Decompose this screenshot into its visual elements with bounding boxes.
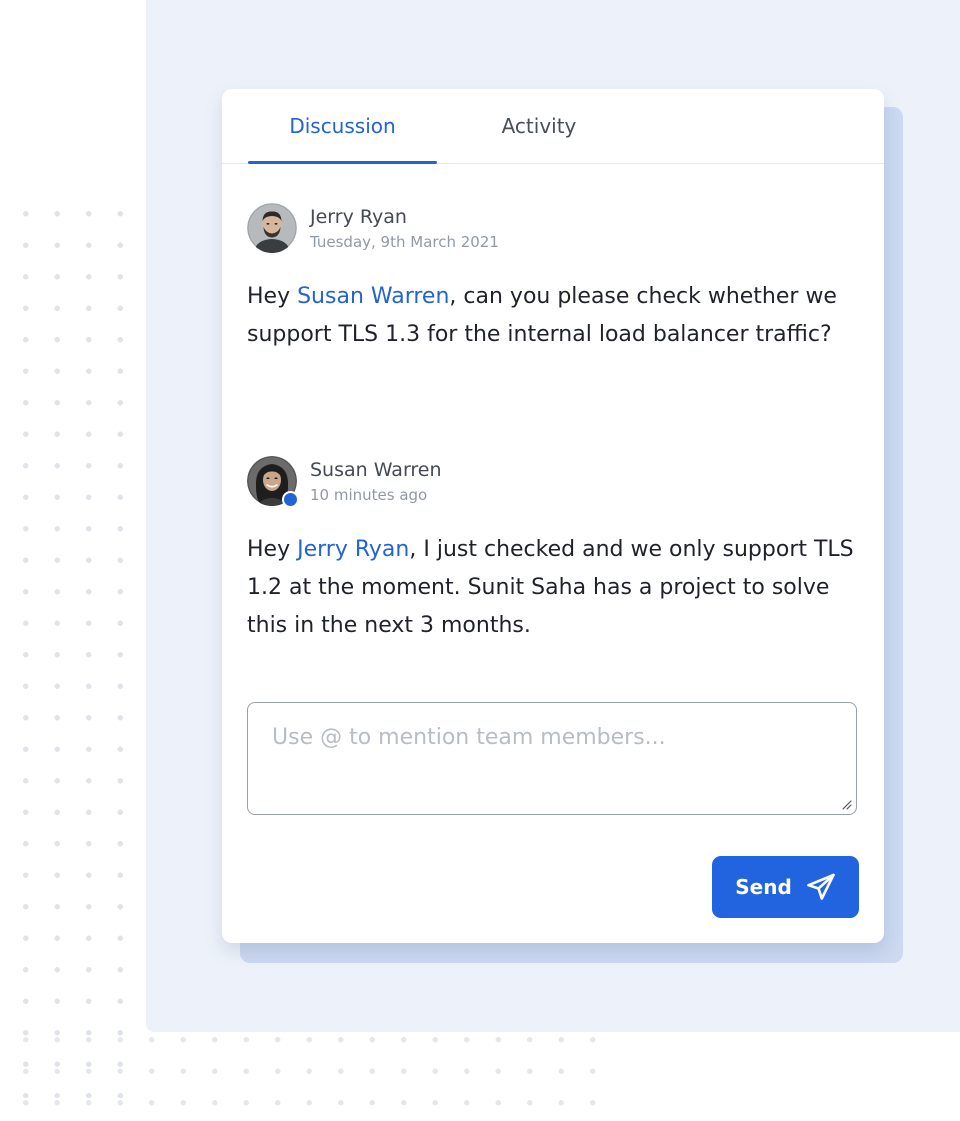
comment-composer <box>247 702 857 815</box>
mention-link[interactable]: Susan Warren <box>297 284 449 309</box>
tab-discussion[interactable]: Discussion <box>248 89 437 164</box>
message-item: Susan Warren 10 minutes ago Hey Jerry Ry… <box>247 455 867 645</box>
comment-input[interactable] <box>248 703 856 814</box>
tab-activity[interactable]: Activity <box>472 89 606 163</box>
avatar-jerry-ryan[interactable] <box>247 203 297 253</box>
tab-activity-label: Activity <box>501 114 577 138</box>
message-timestamp: Tuesday, 9th March 2021 <box>310 233 499 251</box>
paper-plane-icon <box>806 873 835 900</box>
send-button[interactable]: Send <box>712 856 859 918</box>
discussion-card: Discussion Activity Jerry Ryan Tuesday, … <box>222 89 884 943</box>
tab-bar: Discussion Activity <box>222 89 884 164</box>
message-header: Jerry Ryan Tuesday, 9th March 2021 <box>247 202 867 254</box>
message-text-pre: Hey <box>247 284 298 309</box>
message-header: Susan Warren 10 minutes ago <box>247 455 867 508</box>
send-button-label: Send <box>735 875 792 899</box>
message-timestamp: 10 minutes ago <box>310 486 428 504</box>
decorative-dot-grid-bottom <box>10 1024 600 1121</box>
message-meta: Susan Warren 10 minutes ago <box>310 457 442 505</box>
tab-discussion-label: Discussion <box>289 114 396 138</box>
message-body: Hey Susan Warren, can you please check w… <box>247 278 867 354</box>
avatar-susan-warren[interactable] <box>247 456 299 508</box>
message-body: Hey Jerry Ryan, I just checked and we on… <box>247 531 867 645</box>
message-text-pre: Hey <box>247 537 298 562</box>
message-author[interactable]: Jerry Ryan <box>310 204 499 230</box>
online-status-dot <box>282 491 299 508</box>
resize-handle-icon[interactable] <box>840 798 852 810</box>
message-meta: Jerry Ryan Tuesday, 9th March 2021 <box>310 204 499 252</box>
avatar-jerry-ryan-image <box>247 203 297 253</box>
decorative-dot-grid <box>10 198 138 1098</box>
message-item: Jerry Ryan Tuesday, 9th March 2021 Hey S… <box>247 202 867 354</box>
mention-link[interactable]: Jerry Ryan <box>297 537 409 562</box>
message-author[interactable]: Susan Warren <box>310 457 442 483</box>
